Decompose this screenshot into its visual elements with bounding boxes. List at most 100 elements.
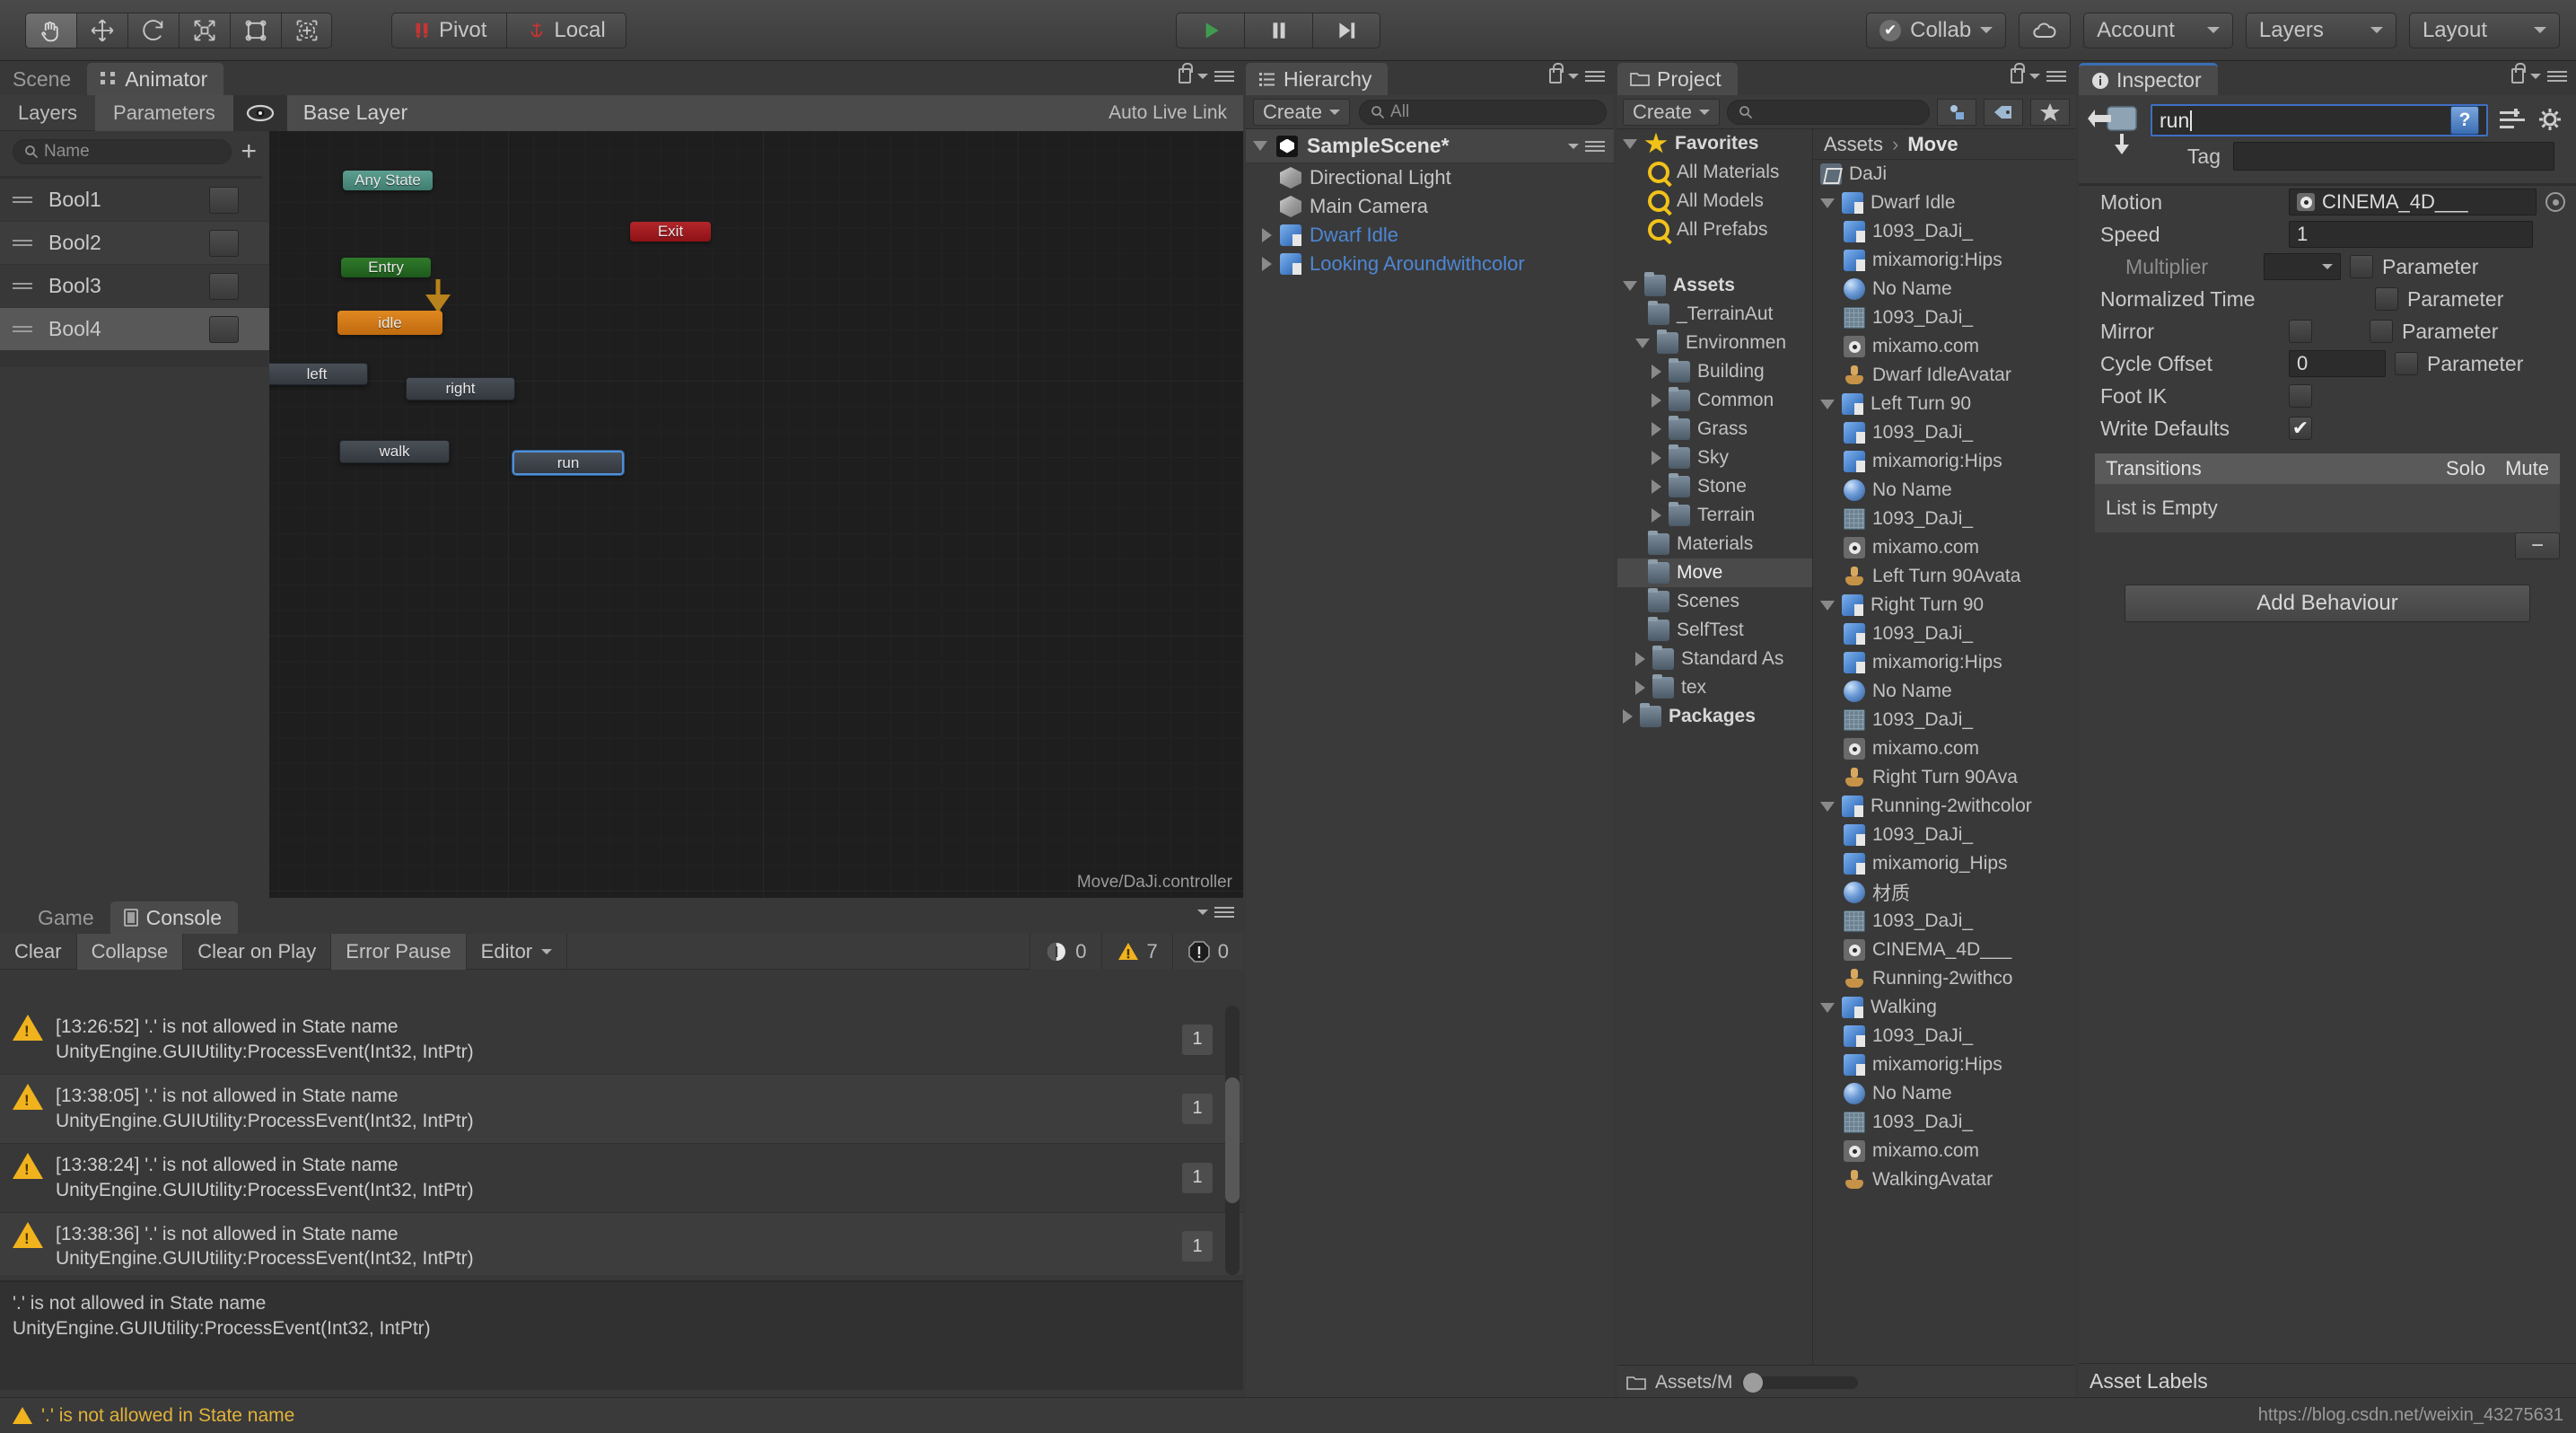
chevron-down-icon[interactable] bbox=[1820, 601, 1835, 611]
chevron-right-icon[interactable] bbox=[1652, 393, 1661, 408]
log-entry[interactable]: [13:38:36] '.' is not allowed in State n… bbox=[0, 1213, 1243, 1275]
gear-icon[interactable] bbox=[2537, 106, 2565, 135]
rect-tool-button[interactable] bbox=[230, 13, 281, 48]
hierarchy-item-looking-aroundwithcolor[interactable]: Looking Aroundwithcolor bbox=[1246, 250, 1614, 278]
drag-handle-icon[interactable] bbox=[13, 326, 32, 332]
play-button[interactable] bbox=[1176, 13, 1244, 48]
project-tree-item-stone[interactable]: Stone bbox=[1617, 472, 1812, 501]
asset-row[interactable]: No Name bbox=[1813, 476, 2075, 505]
chevron-down-icon[interactable] bbox=[1820, 400, 1835, 409]
chevron-right-icon[interactable] bbox=[1652, 508, 1661, 523]
project-tree-item-move[interactable]: Move bbox=[1617, 558, 1812, 587]
add-behaviour-button[interactable]: Add Behaviour bbox=[2125, 585, 2530, 622]
help-icon[interactable]: ? bbox=[2450, 106, 2479, 135]
asset-row[interactable]: Running-2withco bbox=[1813, 964, 2075, 993]
state-node-left[interactable]: left bbox=[269, 363, 368, 385]
parameter-row-bool1[interactable]: Bool1 bbox=[0, 179, 269, 222]
pause-button[interactable] bbox=[1244, 13, 1312, 48]
chevron-right-icon[interactable] bbox=[1623, 709, 1633, 724]
project-tree-item-sky[interactable]: Sky bbox=[1617, 444, 1812, 472]
project-search-input[interactable] bbox=[1727, 100, 1930, 125]
chevron-right-icon[interactable] bbox=[1652, 451, 1661, 465]
warning-count[interactable]: 7 bbox=[1101, 934, 1172, 970]
hierarchy-create-button[interactable]: Create bbox=[1253, 99, 1350, 126]
object-picker-icon[interactable] bbox=[2545, 192, 2565, 212]
chevron-down-icon[interactable] bbox=[1623, 281, 1637, 291]
collab-button[interactable]: ✔ Collab bbox=[1866, 13, 2006, 48]
console-collapse-button[interactable]: Collapse bbox=[77, 934, 184, 970]
chevron-right-icon[interactable] bbox=[1652, 365, 1661, 379]
parameter-row-bool3[interactable]: Bool3 bbox=[0, 265, 269, 308]
move-tool-button[interactable] bbox=[76, 13, 127, 48]
project-asset-list[interactable]: Assets › Move DaJiDwarf Idle1093_DaJi_mi… bbox=[1813, 129, 2075, 1399]
chevron-right-icon[interactable] bbox=[1635, 681, 1645, 695]
drag-handle-icon[interactable] bbox=[13, 240, 32, 246]
animator-tab-layers[interactable]: Layers bbox=[0, 95, 95, 131]
hierarchy-panel-menu[interactable] bbox=[1549, 68, 1605, 84]
state-node-right[interactable]: right bbox=[406, 377, 515, 400]
speed-input[interactable]: 1 bbox=[2289, 221, 2533, 248]
parameter-bool-checkbox[interactable] bbox=[209, 187, 239, 214]
lock-icon[interactable] bbox=[1178, 68, 1191, 84]
asset-row[interactable]: CINEMA_4D___ bbox=[1813, 936, 2075, 964]
asset-row[interactable]: 1093_DaJi_ bbox=[1813, 505, 2075, 533]
console-error-pause-button[interactable]: Error Pause bbox=[331, 934, 466, 970]
chevron-right-icon[interactable] bbox=[1262, 257, 1272, 271]
hierarchy-item-dwarf-idle[interactable]: Dwarf Idle bbox=[1246, 221, 1614, 250]
chevron-down-icon[interactable] bbox=[1820, 1003, 1835, 1013]
local-toggle[interactable]: Local bbox=[506, 13, 626, 48]
asset-row[interactable]: mixamorig:Hips bbox=[1813, 447, 2075, 476]
filter-by-type-button[interactable] bbox=[1937, 99, 1976, 126]
project-tree[interactable]: Favorites All Materials All Models All P… bbox=[1617, 129, 1813, 1399]
console-clear-button[interactable]: Clear bbox=[0, 934, 77, 970]
asset-row[interactable]: 1093_DaJi_ bbox=[1813, 217, 2075, 246]
hierarchy-search-input[interactable]: All bbox=[1359, 100, 1607, 125]
project-tree-item-terrain[interactable]: Terrain bbox=[1617, 501, 1812, 530]
asset-row[interactable]: Left Turn 90Avata bbox=[1813, 562, 2075, 591]
animator-panel-menu[interactable] bbox=[1178, 68, 1234, 84]
menu-icon[interactable] bbox=[1585, 71, 1605, 82]
thumbnail-size-slider[interactable] bbox=[1741, 1376, 1858, 1389]
state-node-any-state[interactable]: Any State bbox=[343, 171, 433, 190]
project-tree-item-common[interactable]: Common bbox=[1617, 386, 1812, 415]
asset-row[interactable]: 1093_DaJi_ bbox=[1813, 821, 2075, 849]
state-name-input[interactable]: run ? bbox=[2151, 104, 2488, 136]
menu-icon[interactable] bbox=[1585, 141, 1605, 152]
asset-row[interactable]: Left Turn 90 bbox=[1813, 390, 2075, 418]
chevron-right-icon[interactable] bbox=[1652, 479, 1661, 494]
preset-icon[interactable] bbox=[2497, 107, 2528, 134]
console-log-list[interactable]: [13:26:52] '.' is not allowed in State n… bbox=[0, 1006, 1243, 1275]
console-detail-pane[interactable]: '.' is not allowed in State name UnityEn… bbox=[0, 1280, 1243, 1390]
write-defaults-checkbox[interactable] bbox=[2289, 417, 2312, 440]
hierarchy-item-directional-light[interactable]: Directional Light bbox=[1246, 163, 1614, 192]
asset-row[interactable]: Right Turn 90 bbox=[1813, 591, 2075, 620]
asset-row[interactable]: mixamorig:Hips bbox=[1813, 246, 2075, 275]
lock-icon[interactable] bbox=[2011, 68, 2023, 84]
tab-inspector[interactable]: Inspector bbox=[2079, 63, 2218, 95]
parameter-search-input[interactable]: Name bbox=[13, 139, 232, 164]
chevron-down-icon[interactable] bbox=[1253, 141, 1267, 151]
menu-icon[interactable] bbox=[1214, 907, 1234, 918]
log-entry[interactable]: [13:38:05] '.' is not allowed in State n… bbox=[0, 1075, 1243, 1144]
project-tree-item-materials[interactable]: Materials bbox=[1617, 530, 1812, 558]
breadcrumb-base-layer[interactable]: Base Layer bbox=[303, 101, 407, 125]
lock-icon[interactable] bbox=[1549, 68, 1562, 84]
normalized-time-parameter-checkbox[interactable] bbox=[2375, 287, 2398, 311]
asset-row[interactable]: DaJi bbox=[1813, 160, 2075, 189]
project-tree-item-environment[interactable]: Environmen bbox=[1617, 329, 1812, 357]
console-panel-menu[interactable] bbox=[1197, 907, 1234, 918]
state-node-exit[interactable]: Exit bbox=[630, 222, 711, 242]
state-node-walk[interactable]: walk bbox=[339, 440, 450, 463]
asset-row[interactable]: Dwarf Idle bbox=[1813, 189, 2075, 217]
project-tree-item-standard-assets[interactable]: Standard As bbox=[1617, 645, 1812, 673]
cloud-button[interactable] bbox=[2019, 13, 2071, 48]
asset-row[interactable]: No Name bbox=[1813, 275, 2075, 303]
step-button[interactable] bbox=[1312, 13, 1380, 48]
project-tree-item-favorites[interactable]: Favorites bbox=[1617, 129, 1812, 158]
state-node-run[interactable]: run bbox=[513, 451, 624, 475]
auto-live-link-label[interactable]: Auto Live Link bbox=[1108, 102, 1227, 124]
tab-project[interactable]: Project bbox=[1617, 63, 1738, 95]
animator-tab-parameters[interactable]: Parameters bbox=[95, 95, 233, 131]
project-tree-item-packages[interactable]: Packages bbox=[1617, 702, 1812, 731]
hierarchy-item-main-camera[interactable]: Main Camera bbox=[1246, 192, 1614, 221]
